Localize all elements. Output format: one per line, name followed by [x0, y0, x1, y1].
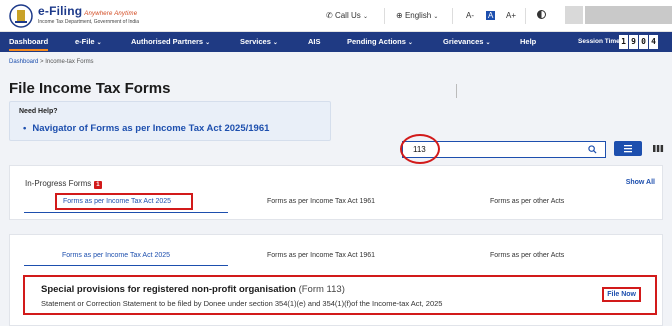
- call-us-label: Call Us: [334, 11, 361, 20]
- in-progress-title: In-Progress Forms 1: [25, 179, 102, 189]
- nav-dashboard[interactable]: Dashboard: [9, 37, 49, 51]
- active-tab-underline: [24, 265, 228, 266]
- language-label: English: [404, 11, 432, 20]
- avatar[interactable]: [565, 6, 583, 24]
- timer-digit: 9: [629, 35, 638, 49]
- active-tab-underline: [24, 212, 228, 213]
- breadcrumb: Dashboard > Income-tax Forms: [9, 59, 94, 65]
- chevron-down-icon: ⌄: [433, 14, 439, 20]
- count-badge: 1: [94, 181, 102, 189]
- divider: [452, 8, 453, 24]
- need-help-title: Need Help?: [19, 108, 58, 115]
- breadcrumb-separator: >: [40, 59, 44, 65]
- grid-view-button[interactable]: [648, 141, 668, 156]
- brand-title: e-Filing: [38, 4, 83, 18]
- main-nav: Dashboard e-File ⌄ Authorised Partners ⌄ S…: [0, 32, 672, 52]
- brand-tagline: Anywhere Anytime: [84, 11, 138, 17]
- session-time-label: Session Time: [578, 38, 620, 45]
- tab-act-1961[interactable]: Forms as per Income Tax Act 1961: [267, 252, 375, 259]
- file-now-button[interactable]: File Now: [602, 287, 641, 302]
- nav-e-file[interactable]: e-File ⌄: [75, 37, 102, 46]
- show-all-link[interactable]: Show All: [626, 179, 655, 186]
- forms-card: Forms as per Income Tax Act 2025 Forms a…: [9, 234, 663, 326]
- form-code: (Form 113): [298, 284, 345, 295]
- tab-act-1961[interactable]: Forms as per Income Tax Act 1961: [267, 198, 375, 205]
- highlight-box: [55, 193, 193, 210]
- chevron-down-icon: ⌄: [485, 40, 491, 46]
- need-help-panel: Need Help? Navigator of Forms as per Inc…: [9, 101, 331, 141]
- nav-pending-actions[interactable]: Pending Actions ⌄: [347, 37, 413, 46]
- top-header: e-Filing Anywhere Anytime Income Tax Depa…: [0, 0, 672, 32]
- call-us-menu[interactable]: ✆ Call Us ⌄: [326, 11, 368, 20]
- font-increase-button[interactable]: A+: [506, 11, 516, 20]
- tab-other-acts[interactable]: Forms as per other Acts: [490, 252, 564, 259]
- nav-ais[interactable]: AIS: [308, 37, 321, 46]
- divider: [525, 8, 526, 24]
- nav-authorised-partners[interactable]: Authorised Partners ⌄: [131, 37, 210, 46]
- globe-icon: ⊕: [396, 11, 403, 20]
- emblem-logo-icon: [9, 4, 33, 28]
- user-name-redacted[interactable]: [585, 6, 672, 24]
- form-title: Special provisions for registered non-pr…: [41, 284, 345, 295]
- brand[interactable]: e-Filing Anywhere Anytime Income Tax Depa…: [38, 4, 139, 25]
- nav-grievances[interactable]: Grievances ⌄: [443, 37, 490, 46]
- form-result-row: Special provisions for registered non-pr…: [23, 275, 657, 315]
- nav-services[interactable]: Services ⌄: [240, 37, 278, 46]
- nav-help[interactable]: Help: [520, 37, 536, 46]
- chevron-down-icon: ⌄: [362, 14, 368, 20]
- chevron-down-icon: ⌄: [407, 40, 413, 46]
- divider: [456, 84, 457, 98]
- timer-digit: 4: [649, 35, 658, 49]
- tab-act-2025[interactable]: Forms as per Income Tax Act 2025: [62, 252, 170, 259]
- chevron-down-icon: ⌄: [205, 40, 211, 46]
- session-timer: 1 9 0 4: [619, 35, 658, 49]
- timer-digit: 0: [639, 35, 648, 49]
- divider: [384, 8, 385, 24]
- form-description: Statement or Correction Statement to be …: [41, 299, 443, 308]
- font-normal-button[interactable]: A: [486, 11, 496, 20]
- page-title: File Income Tax Forms: [9, 80, 171, 97]
- brand-subtitle: Income Tax Department, Government of Ind…: [38, 19, 140, 25]
- navigator-link[interactable]: Navigator of Forms as per Income Tax Act…: [23, 123, 269, 134]
- grid-icon: [653, 145, 664, 152]
- tab-other-acts[interactable]: Forms as per other Acts: [490, 198, 564, 205]
- list-icon: [624, 145, 632, 153]
- contrast-icon[interactable]: [537, 10, 546, 19]
- highlight-circle: [400, 134, 440, 164]
- chevron-down-icon: ⌄: [96, 40, 102, 46]
- font-decrease-button[interactable]: A-: [466, 11, 474, 20]
- breadcrumb-dashboard[interactable]: Dashboard: [9, 59, 38, 65]
- search-icon[interactable]: [588, 145, 597, 154]
- in-progress-card: In-Progress Forms 1 Show All Forms as per…: [9, 165, 663, 220]
- breadcrumb-current: Income-tax Forms: [45, 59, 94, 65]
- phone-icon: ✆: [326, 11, 333, 20]
- chevron-down-icon: ⌄: [272, 40, 278, 46]
- timer-digit: 1: [619, 35, 628, 49]
- language-select[interactable]: ⊕ English ⌄: [396, 11, 438, 20]
- list-view-button[interactable]: [614, 141, 642, 156]
